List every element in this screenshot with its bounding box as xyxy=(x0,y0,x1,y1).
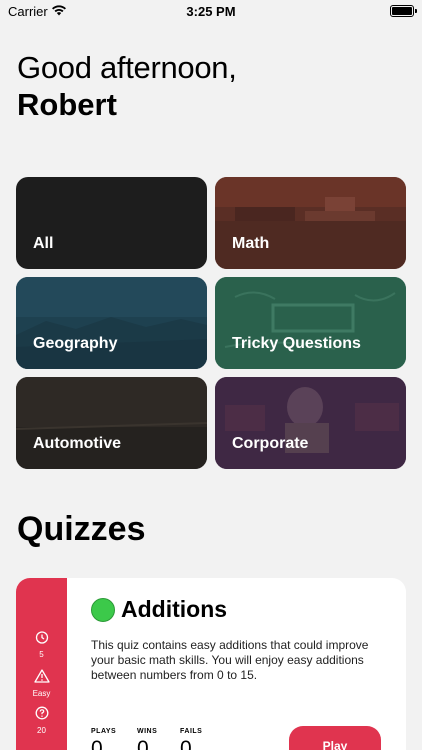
quiz-fails-stat: FAILS 0 xyxy=(180,728,202,750)
quiz-difficulty-stat: Easy xyxy=(16,669,67,698)
category-tile-tricky-questions[interactable]: Tricky Questions xyxy=(215,277,406,369)
category-label: Geography xyxy=(33,335,118,352)
category-tile-automotive[interactable]: Automotive xyxy=(16,377,207,469)
quiz-questions-stat: 20 xyxy=(16,706,67,735)
battery-icon xyxy=(390,5,417,17)
category-label: Math xyxy=(232,235,270,252)
automotive-background-image xyxy=(16,377,207,469)
geography-background-image xyxy=(16,277,207,369)
wins-label: WINS xyxy=(137,728,158,735)
fails-label: FAILS xyxy=(180,728,203,735)
green-circle-icon xyxy=(91,597,115,622)
chalkboard-background-image xyxy=(215,277,406,369)
category-label: All xyxy=(33,235,54,252)
quiz-plays-stat: PLAYS 0 xyxy=(91,728,116,750)
status-bar: Carrier 3:25 PM xyxy=(0,0,422,24)
quiz-card[interactable]: 5 Easy 20 Additions This quiz contains e… xyxy=(16,578,406,750)
category-tile-geography[interactable]: Geography xyxy=(16,277,207,369)
quiz-title-text: Additions xyxy=(121,596,228,622)
status-time: 3:25 PM xyxy=(186,4,236,19)
plays-value: 0 xyxy=(91,737,103,750)
question-icon xyxy=(35,706,48,720)
quiz-time-stat: 5 xyxy=(16,630,67,659)
play-button[interactable]: Play xyxy=(289,726,381,750)
quiz-title: Additions xyxy=(91,596,227,623)
category-label: Corporate xyxy=(232,435,309,452)
greeting-text: Good afternoon, xyxy=(17,50,237,85)
plays-label: PLAYS xyxy=(91,728,117,735)
category-grid: All Math Geography Tricky Questions Auto… xyxy=(16,177,406,469)
quiz-description: This quiz contains easy additions that c… xyxy=(91,638,369,682)
category-label: Tricky Questions xyxy=(232,335,361,352)
quiz-questions-value: 20 xyxy=(37,726,46,735)
quiz-difficulty-value: Easy xyxy=(32,689,51,698)
category-tile-all[interactable]: All xyxy=(16,177,207,269)
quiz-time-value: 5 xyxy=(39,650,44,659)
quiz-side-panel: 5 Easy 20 xyxy=(16,578,67,750)
wins-value: 0 xyxy=(137,737,149,750)
category-tile-math[interactable]: Math xyxy=(215,177,406,269)
corporate-background-image xyxy=(215,377,406,469)
user-name: Robert xyxy=(17,87,117,122)
fails-value: 0 xyxy=(180,737,192,750)
math-background-image xyxy=(215,177,406,269)
warning-icon xyxy=(33,669,50,683)
timer-icon xyxy=(35,631,48,644)
quiz-wins-stat: WINS 0 xyxy=(137,728,157,750)
category-tile-corporate[interactable]: Corporate xyxy=(215,377,406,469)
category-label: Automotive xyxy=(33,435,121,452)
quizzes-section-title: Quizzes xyxy=(17,510,146,548)
